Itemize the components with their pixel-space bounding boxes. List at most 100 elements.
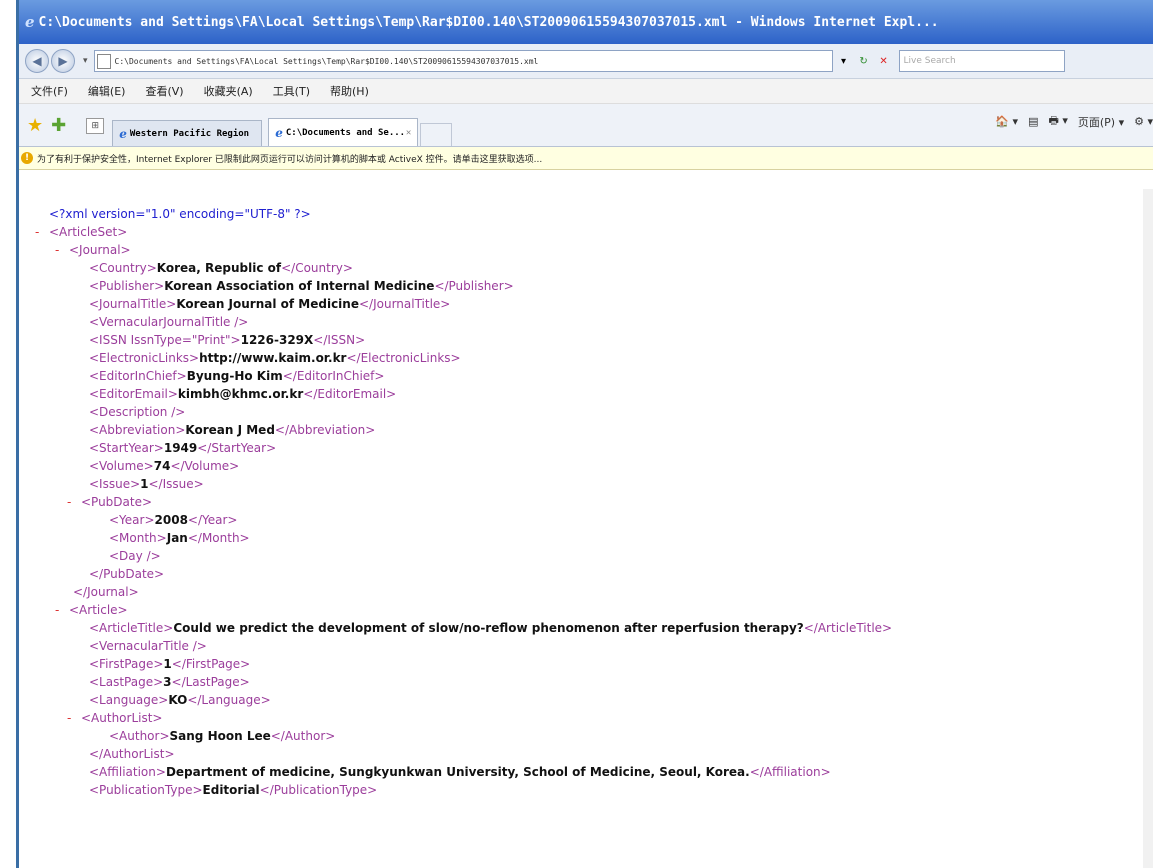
xml-line: <ElectronicLinks>http://www.kaim.or.kr</… [89, 349, 461, 367]
xml-line: - <ArticleSet> [35, 223, 127, 241]
menu-favorites[interactable]: 收藏夹(A) [204, 83, 253, 99]
information-bar[interactable]: ! 为了有利于保护安全性，Internet Explorer 已限制此网页运行可… [19, 147, 1153, 170]
back-button[interactable]: ◀ [25, 49, 49, 73]
xml-line: <Author>Sang Hoon Lee</Author> [109, 727, 335, 745]
xml-value: 1 [140, 477, 149, 491]
xml-close-tag: </JournalTitle> [358, 297, 451, 311]
xml-value: 1 [163, 657, 172, 671]
xml-open-tag: <ISSN IssnType="Print"> [89, 333, 241, 347]
xml-open-tag: <EditorInChief> [89, 369, 187, 383]
xml-line: <Abbreviation>Korean J Med</Abbreviation… [89, 421, 375, 439]
xml-open-tag: <?xml version="1.0" encoding="UTF-8" ?> [49, 207, 311, 221]
xml-line: <ISSN IssnType="Print">1226-329X</ISSN> [89, 331, 365, 349]
warning-shield-icon: ! [21, 152, 33, 164]
stop-button[interactable]: ✕ [875, 52, 893, 70]
xml-close-tag: </Affiliation> [749, 765, 831, 779]
xml-open-tag: <Publisher> [89, 279, 165, 293]
menu-tools[interactable]: 工具(T) [273, 83, 310, 99]
add-favorite-icon[interactable]: ✚ [51, 115, 66, 136]
xml-line: <ArticleTitle>Could we predict the devel… [89, 619, 892, 637]
xml-open-tag: <StartYear> [89, 441, 164, 455]
page-icon [96, 53, 111, 69]
xml-close-tag: </ArticleTitle> [803, 621, 893, 635]
forward-button[interactable]: ▶ [51, 49, 75, 73]
xml-value: Korean J Med [185, 423, 275, 437]
collapse-toggle-icon[interactable]: - [35, 223, 39, 241]
xml-close-tag: </LastPage> [171, 675, 250, 689]
xml-value: 2008 [154, 513, 188, 527]
collapse-toggle-icon[interactable]: - [55, 241, 59, 259]
xml-value: kimbh@khmc.or.kr [177, 387, 304, 401]
tab-xml-document[interactable]: e C:\Documents and Se... ✕ [268, 118, 419, 146]
xml-open-tag: <EditorEmail> [89, 387, 178, 401]
tab-western-pacific[interactable]: e Western Pacific Region [112, 120, 263, 146]
menu-edit[interactable]: 编辑(E) [88, 83, 126, 99]
search-input[interactable]: Live Search [898, 50, 1065, 72]
xml-document-view: <?xml version="1.0" encoding="UTF-8" ?> -… [19, 189, 1153, 868]
history-dropdown-icon[interactable]: ▾ [83, 56, 88, 66]
tools-menu-button[interactable]: ⚙ ▾ [1134, 115, 1153, 128]
print-button[interactable]: 🖶 ▾ [1048, 112, 1067, 131]
address-dropdown-icon[interactable]: ▾ [835, 52, 853, 70]
xml-close-tag: </StartYear> [197, 441, 277, 455]
feeds-button[interactable]: ▤ [1028, 115, 1038, 128]
menu-view[interactable]: 查看(V) [145, 83, 183, 99]
scrollbar[interactable] [1143, 189, 1153, 868]
collapse-toggle-icon[interactable]: - [67, 493, 71, 511]
quick-tabs-icon[interactable]: ⊞ [86, 118, 105, 134]
xml-open-tag: </PubDate> [89, 567, 165, 581]
xml-line: <VernacularJournalTitle /> [89, 313, 248, 331]
xml-close-tag: </Author> [270, 729, 336, 743]
title-bar: e C:\Documents and Settings\FA\Local Set… [19, 0, 1153, 44]
xml-open-tag: <PublicationType> [89, 783, 203, 797]
xml-line: <EditorEmail>kimbh@khmc.or.kr</EditorEma… [89, 385, 396, 403]
xml-value: Korea, Republic of [156, 261, 282, 275]
xml-open-tag: <Journal> [69, 243, 131, 257]
address-input[interactable]: C:\Documents and Settings\FA\Local Setti… [93, 50, 833, 72]
xml-line: </AuthorList> [89, 745, 175, 763]
xml-open-tag: <Affiliation> [89, 765, 166, 779]
xml-open-tag: <Article> [69, 603, 128, 617]
xml-line: <Description /> [89, 403, 185, 421]
collapse-toggle-icon[interactable]: - [67, 709, 71, 727]
page-menu-button[interactable]: 页面(P) ▾ [1078, 114, 1124, 130]
tab-label: Western Pacific Region [129, 128, 250, 139]
close-tab-icon[interactable]: ✕ [406, 128, 411, 138]
xml-close-tag: </Publisher> [434, 279, 514, 293]
menu-help[interactable]: 帮助(H) [330, 83, 369, 99]
xml-value: Jan [166, 531, 188, 545]
xml-line: <Language>KO</Language> [89, 691, 271, 709]
xml-open-tag: <ArticleTitle> [89, 621, 174, 635]
xml-close-tag: </ISSN> [313, 333, 366, 347]
xml-open-tag: <LastPage> [89, 675, 164, 689]
xml-line: <?xml version="1.0" encoding="UTF-8" ?> [49, 205, 311, 223]
xml-close-tag: </FirstPage> [171, 657, 251, 671]
xml-open-tag: <Year> [109, 513, 155, 527]
xml-line: <EditorInChief>Byung-Ho Kim</EditorInChi… [89, 367, 384, 385]
xml-open-tag: <Month> [109, 531, 167, 545]
refresh-button[interactable]: ↻ [855, 52, 873, 70]
xml-value: 1226-329X [240, 333, 314, 347]
ie-logo-icon: e [25, 13, 35, 31]
xml-value: Could we predict the development of slow… [173, 621, 804, 635]
xml-value: KO [168, 693, 188, 707]
xml-line: <Issue>1</Issue> [89, 475, 204, 493]
infobar-text: 为了有利于保护安全性，Internet Explorer 已限制此网页运行可以访… [37, 154, 543, 165]
xml-value: http://www.kaim.or.kr [199, 351, 347, 365]
address-toolbar: ◀ ▶ ▾ C:\Documents and Settings\FA\Local… [19, 44, 1153, 79]
favorites-star-icon[interactable]: ★ [27, 115, 43, 136]
xml-line: </PubDate> [89, 565, 164, 583]
home-button[interactable]: 🏠 ▾ [995, 115, 1018, 128]
collapse-toggle-icon[interactable]: - [55, 601, 59, 619]
command-bar: 🏠 ▾ ▤ 🖶 ▾ 页面(P) ▾ ⚙ ▾ [985, 112, 1153, 131]
tab-bar: ★ ✚ ⊞ e Western Pacific Region e C:\Docu… [19, 104, 1153, 147]
xml-value: Department of medicine, Sungkyunkwan Uni… [165, 765, 750, 779]
menu-file[interactable]: 文件(F) [31, 83, 68, 99]
xml-line: <VernacularTitle /> [89, 637, 207, 655]
xml-line: <PublicationType>Editorial</PublicationT… [89, 781, 377, 799]
xml-open-tag: <FirstPage> [89, 657, 164, 671]
window-title: C:\Documents and Settings\FA\Local Setti… [38, 14, 939, 30]
new-tab-button[interactable] [420, 123, 453, 146]
xml-close-tag: </Language> [187, 693, 271, 707]
xml-value: 3 [163, 675, 172, 689]
